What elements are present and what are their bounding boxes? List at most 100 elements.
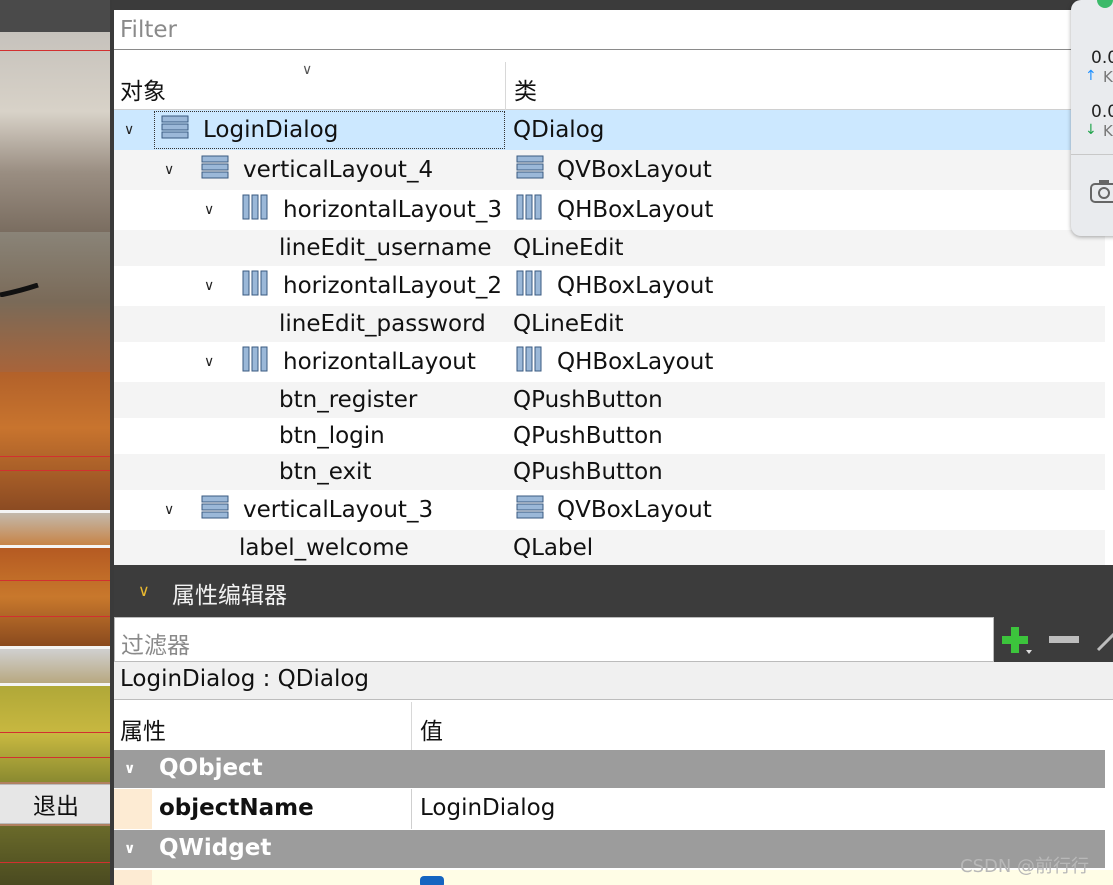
tree-item-class: QLineEdit	[513, 311, 624, 337]
tree-item-name: label_welcome	[239, 534, 409, 561]
column-header-class[interactable]: 类	[514, 72, 537, 106]
preview-top-bar	[0, 0, 112, 32]
property-toolbar	[994, 617, 1113, 662]
tree-item-name: verticalLayout_3	[243, 497, 434, 523]
tree-row[interactable]: btn_exit QPushButton	[114, 454, 1105, 490]
chevron-down-icon[interactable]: ∨	[164, 162, 174, 178]
chevron-down-icon[interactable]: ∨	[204, 354, 214, 370]
chevron-down-icon[interactable]: ∨	[138, 581, 150, 600]
tree-item-name: btn_login	[279, 423, 385, 449]
property-group-name: QObject	[159, 755, 263, 781]
add-property-icon[interactable]	[998, 623, 1034, 657]
tree-row[interactable]: ∨ verticalLayout_3 QVBoxLayout	[114, 490, 1105, 530]
tree-item-name: lineEdit_password	[279, 311, 486, 337]
network-speed-widget[interactable]: 0.0 ↑ K 0.0 ↓ K	[1071, 0, 1113, 236]
chevron-down-icon[interactable]: ∨	[124, 761, 135, 777]
vertical-layout-icon	[201, 155, 229, 185]
horizontal-layout-icon	[516, 346, 544, 378]
property-row-objectname[interactable]: objectName LoginDialog	[114, 789, 1105, 829]
tree-row[interactable]: ∨ horizontalLayout_2 QHBoxLayout	[114, 266, 1105, 306]
tree-row[interactable]: lineEdit_password QLineEdit	[114, 306, 1105, 342]
tree-item-name: horizontalLayout	[283, 349, 476, 375]
property-filter-input[interactable]: 过滤器	[114, 617, 994, 662]
column-header-property[interactable]: 属性	[120, 712, 166, 746]
upload-arrow-icon: ↑	[1085, 68, 1097, 84]
horizontal-layout-icon	[242, 346, 270, 378]
horizontal-layout-icon	[242, 270, 270, 302]
horizontal-layout-icon	[516, 270, 544, 302]
object-filter-input[interactable]: Filter	[114, 10, 1113, 50]
selected-object-label: LoginDialog : QDialog	[114, 662, 1113, 700]
tree-item-class: QPushButton	[513, 387, 663, 413]
property-name: objectName	[159, 795, 314, 821]
tree-item-class: QHBoxLayout	[557, 349, 714, 375]
tree-item-name: horizontalLayout_2	[283, 273, 503, 299]
tree-item-class: QHBoxLayout	[557, 273, 714, 299]
tree-item-class: QVBoxLayout	[557, 497, 712, 523]
tree-item-name: btn_exit	[279, 459, 372, 485]
upload-speed-unit: K	[1103, 68, 1113, 86]
wrench-icon[interactable]	[1090, 623, 1113, 657]
chevron-down-icon[interactable]: ∨	[204, 202, 214, 218]
tree-item-class: QPushButton	[513, 423, 663, 449]
tree-item-class: QDialog	[513, 117, 605, 143]
vertical-layout-icon	[201, 495, 229, 525]
object-tree-header: ∨ 对象 类	[114, 62, 1105, 110]
camera-icon[interactable]	[1089, 178, 1113, 208]
remove-property-icon[interactable]	[1046, 623, 1082, 657]
vertical-layout-icon	[516, 495, 544, 525]
preview-hill-image	[0, 232, 112, 372]
chevron-down-icon[interactable]: ∨	[204, 278, 214, 294]
property-group-qobject[interactable]: ∨ QObject	[114, 750, 1105, 788]
horizontal-layout-icon	[242, 194, 270, 226]
checkbox-icon[interactable]	[420, 876, 444, 885]
vertical-layout-icon	[516, 155, 544, 185]
tree-row[interactable]: lineEdit_username QLineEdit	[114, 230, 1105, 266]
property-value[interactable]: LoginDialog	[420, 795, 555, 821]
tree-item-class: QLineEdit	[513, 235, 624, 261]
object-tree: ∨ LoginDialog QDialog ∨ verticalLayout_4…	[114, 110, 1105, 565]
vertical-layout-icon	[161, 115, 189, 145]
tree-item-class: QPushButton	[513, 459, 663, 485]
tree-row[interactable]: ∨ verticalLayout_4 QVBoxLayout	[114, 150, 1105, 190]
download-arrow-icon: ↓	[1085, 122, 1097, 138]
watermark-text: CSDN @前行行	[960, 856, 1090, 877]
column-header-value[interactable]: 值	[420, 712, 443, 746]
tree-item-name: btn_register	[279, 387, 418, 413]
property-table-header: 属性 值	[114, 702, 1105, 750]
property-editor-titlebar: ∨ 属性编辑器	[114, 565, 1113, 617]
tree-row[interactable]: ∨ horizontalLayout_3 QHBoxLayout	[114, 190, 1105, 230]
download-speed-value: 0.0	[1091, 102, 1113, 122]
form-preview: 退出	[0, 0, 112, 885]
top-dock-bar	[112, 0, 1113, 10]
preview-sky-image	[0, 32, 112, 232]
sort-indicator-icon[interactable]: ∨	[302, 62, 312, 78]
preview-forest-image	[0, 372, 112, 512]
upload-speed-value: 0.0	[1091, 48, 1113, 68]
chevron-down-icon[interactable]: ∨	[164, 502, 174, 518]
horizontal-layout-icon	[516, 194, 544, 226]
status-dot-icon	[1097, 0, 1113, 8]
column-header-object[interactable]: 对象	[120, 72, 166, 106]
property-group-qwidget[interactable]: ∨ QWidget	[114, 830, 1105, 868]
tree-item-name: lineEdit_username	[279, 235, 492, 261]
tree-item-name: LoginDialog	[203, 117, 339, 143]
download-speed-unit: K	[1103, 122, 1113, 140]
exit-button[interactable]: 退出	[0, 784, 112, 824]
tree-row[interactable]: ∨ LoginDialog QDialog	[114, 110, 1105, 150]
chevron-down-icon[interactable]: ∨	[124, 122, 134, 138]
tree-item-name: verticalLayout_4	[243, 157, 434, 183]
tree-item-class: QVBoxLayout	[557, 157, 712, 183]
tree-row[interactable]: label_welcome QLabel	[114, 530, 1105, 565]
tree-row[interactable]: btn_register QPushButton	[114, 382, 1105, 418]
designer-window: 退出 Filter ∨ 对象 类 ∨ LoginDialog QDialog ∨	[0, 0, 1113, 885]
property-editor-title: 属性编辑器	[172, 583, 287, 609]
property-group-name: QWidget	[159, 835, 272, 861]
tree-item-class: QLabel	[513, 534, 594, 561]
tree-item-name: horizontalLayout_3	[283, 197, 503, 223]
tree-row[interactable]: btn_login QPushButton	[114, 418, 1105, 454]
chevron-down-icon[interactable]: ∨	[124, 841, 135, 857]
tree-item-class: QHBoxLayout	[557, 197, 714, 223]
branch-shape	[0, 282, 39, 298]
tree-row[interactable]: ∨ horizontalLayout QHBoxLayout	[114, 342, 1105, 382]
